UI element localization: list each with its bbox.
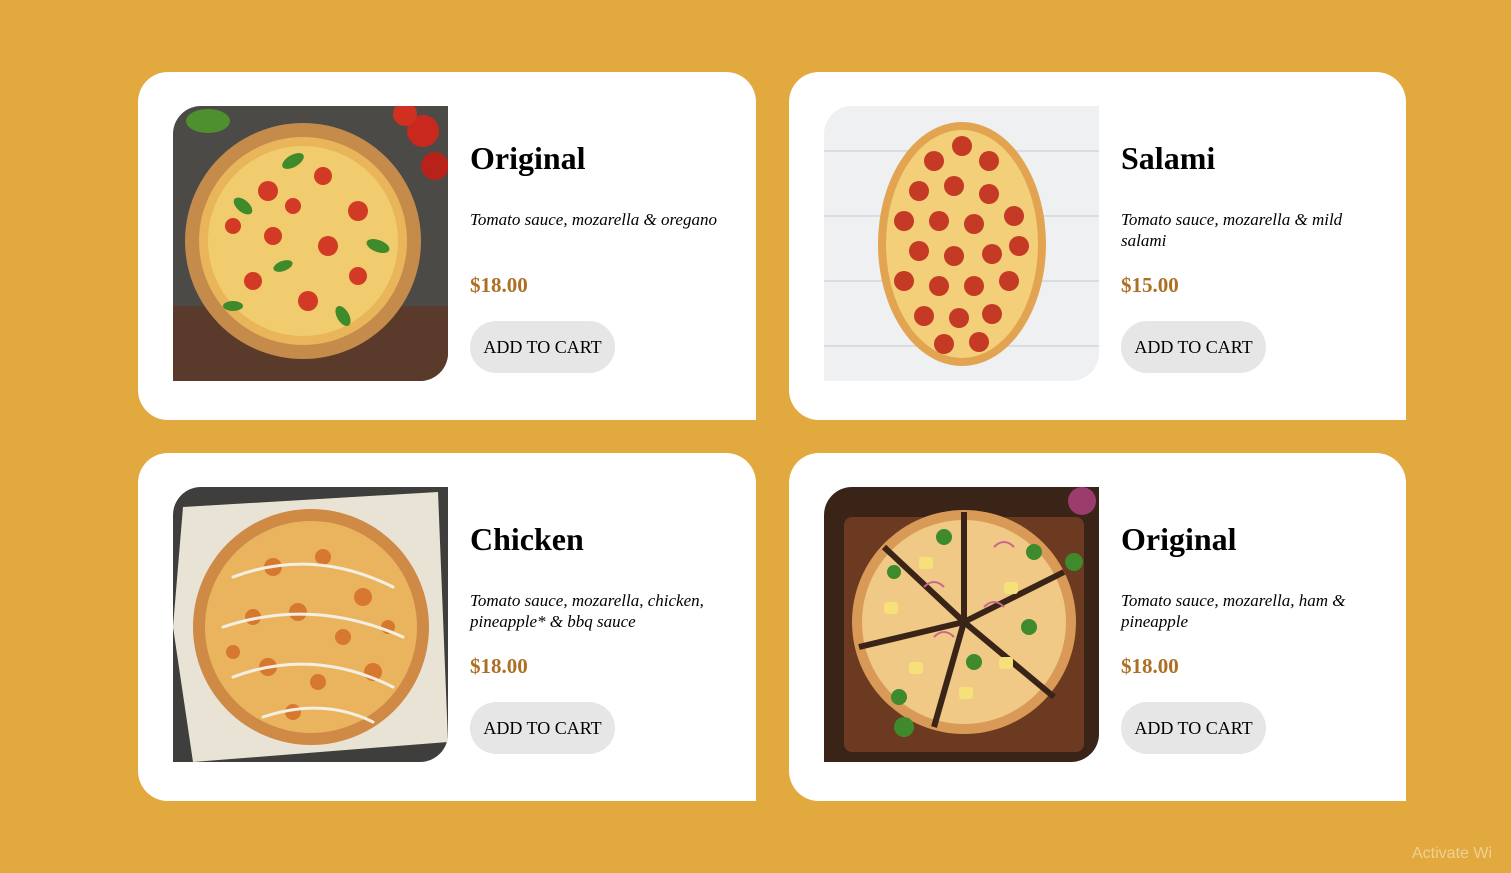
- product-card: Original Tomato sauce, mozarella, ham & …: [789, 453, 1406, 801]
- product-card: Salami Tomato sauce, mozarella & mild sa…: [789, 72, 1406, 420]
- pepperoni-pizza-image: [824, 106, 1099, 381]
- product-price: $18.00: [1121, 654, 1179, 678]
- product-title: Original: [1121, 521, 1237, 557]
- product-description: Tomato sauce, mozarella & mild salami: [1121, 210, 1343, 250]
- hawaiian-pizza-image: [824, 487, 1099, 762]
- product-description: Tomato sauce, mozarella, chicken, pineap…: [470, 591, 704, 631]
- product-image: [824, 106, 1099, 381]
- product-image: [824, 487, 1099, 762]
- product-description: Tomato sauce, mozarella & oregano: [470, 210, 717, 229]
- product-title: Chicken: [470, 521, 584, 557]
- product-card: Original Tomato sauce, mozarella & orega…: [138, 72, 756, 420]
- product-image: [173, 106, 448, 381]
- add-to-cart-button[interactable]: ADD TO CART: [470, 702, 615, 754]
- product-price: $15.00: [1121, 273, 1179, 297]
- product-grid: Original Tomato sauce, mozarella & orega…: [138, 72, 1406, 801]
- add-to-cart-button[interactable]: ADD TO CART: [1121, 702, 1266, 754]
- product-price: $18.00: [470, 654, 528, 678]
- product-title: Original: [470, 140, 586, 176]
- margherita-pizza-image: [173, 106, 448, 381]
- chicken-bbq-pizza-image: [173, 487, 448, 762]
- add-to-cart-button[interactable]: ADD TO CART: [470, 321, 615, 373]
- product-price: $18.00: [470, 273, 528, 297]
- product-card: Chicken Tomato sauce, mozarella, chicken…: [138, 453, 756, 801]
- add-to-cart-button[interactable]: ADD TO CART: [1121, 321, 1266, 373]
- activate-windows-watermark: Activate Wi: [1412, 845, 1493, 862]
- product-description: Tomato sauce, mozarella, ham & pineapple: [1121, 591, 1346, 631]
- product-image: [173, 487, 448, 762]
- product-title: Salami: [1121, 140, 1216, 176]
